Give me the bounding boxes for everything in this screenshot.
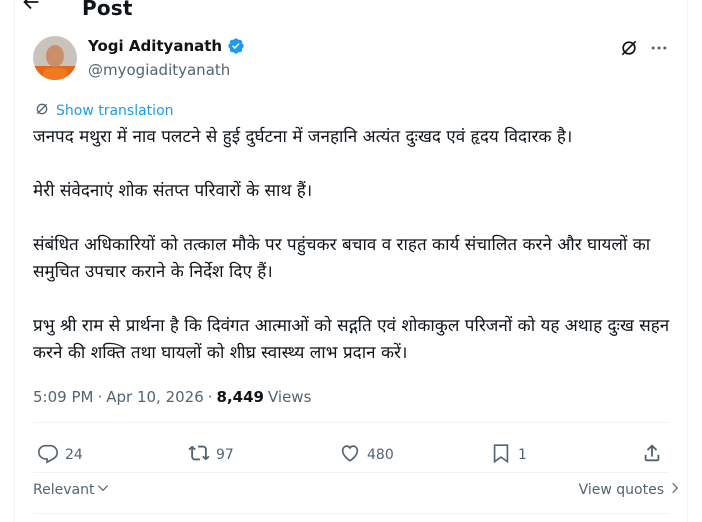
tweet-paragraph: संबंधित अधिकारियों को तत्काल मौके पर पहु… — [33, 235, 651, 282]
share-button[interactable] — [641, 440, 663, 470]
translate-icon — [34, 101, 50, 121]
sort-label: Relevant — [33, 482, 95, 498]
divider — [33, 422, 669, 423]
tweet-date[interactable]: Apr 10, 2026 — [106, 388, 204, 406]
repost-count: 97 — [216, 447, 234, 463]
meta-separator: · — [97, 388, 103, 406]
bookmark-button[interactable]: 1 — [490, 440, 527, 470]
tweet-meta: 5:09 PM · Apr 10, 2026 · 8,449 Views — [33, 388, 311, 406]
heart-icon — [339, 442, 361, 468]
divider — [33, 472, 669, 473]
view-quotes-label: View quotes — [578, 482, 664, 498]
chevron-right-icon — [668, 481, 682, 499]
reply-icon — [37, 442, 59, 468]
action-bar: 24 97 480 1 — [33, 440, 673, 470]
more-options-icon[interactable] — [649, 38, 669, 58]
avatar[interactable] — [33, 36, 77, 80]
views-label: Views — [267, 388, 312, 406]
show-translation-label: Show translation — [56, 103, 174, 119]
top-bar — [20, 0, 42, 16]
author-name-row: Yogi Adityanath — [88, 37, 245, 55]
repost-icon — [188, 442, 210, 468]
author-display-name[interactable]: Yogi Adityanath — [88, 37, 222, 55]
verified-badge-icon[interactable] — [227, 37, 245, 55]
repost-button[interactable]: 97 — [188, 440, 234, 470]
meta-separator: · — [207, 388, 213, 406]
show-translation-link[interactable]: Show translation — [34, 101, 174, 121]
tweet-time[interactable]: 5:09 PM — [33, 388, 93, 406]
reply-button[interactable]: 24 — [37, 440, 83, 470]
grok-icon[interactable] — [619, 38, 639, 58]
tweet-paragraph: मेरी संवेदनाएं शोक संतप्त परिवारों के सा… — [33, 181, 313, 201]
like-button[interactable]: 480 — [339, 440, 394, 470]
like-count: 480 — [367, 447, 394, 463]
tweet-paragraph: प्रभु श्री राम से प्रार्थना है कि दिवंगत… — [33, 316, 670, 363]
page-title: Post — [82, 0, 133, 20]
chevron-down-icon — [96, 481, 110, 499]
bookmark-icon — [490, 442, 512, 468]
share-icon — [641, 442, 663, 468]
reply-count: 24 — [65, 447, 83, 463]
views-count: 8,449 — [216, 388, 264, 406]
bookmark-count: 1 — [518, 447, 527, 463]
divider — [33, 513, 669, 514]
view-quotes-link[interactable]: View quotes — [579, 481, 682, 499]
tweet-text: जनपद मथुरा में नाव पलटने से हुई दुर्घटना… — [33, 124, 673, 394]
sort-dropdown[interactable]: Relevant — [33, 481, 110, 499]
arrow-left-icon[interactable] — [20, 0, 42, 13]
tweet-paragraph: जनपद मथुरा में नाव पलटने से हुई दुर्घटना… — [33, 127, 573, 147]
author-handle[interactable]: @myogiadityanath — [88, 61, 230, 79]
